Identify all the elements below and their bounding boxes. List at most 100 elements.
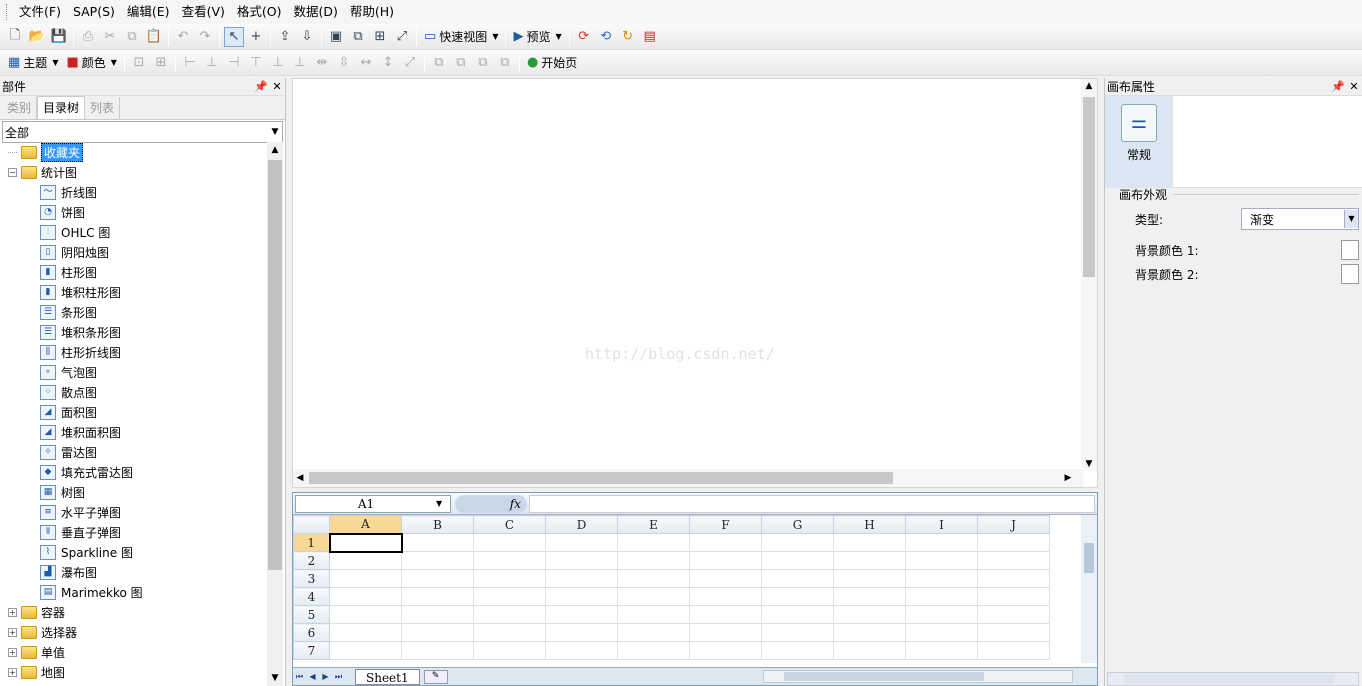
cell[interactable] [833, 605, 906, 624]
cell[interactable] [401, 623, 474, 642]
cell[interactable] [761, 641, 834, 660]
distribute-vertical-icon[interactable]: ⇳ [334, 53, 354, 73]
cell[interactable] [545, 623, 618, 642]
distribute-horizontal-icon[interactable]: ⇹ [312, 53, 332, 73]
tree-item-candlestick-chart[interactable]: ▯ 阴阳烛图 [0, 242, 266, 262]
print-icon[interactable]: ⎙ [78, 27, 98, 47]
column-header[interactable]: D [545, 515, 618, 534]
cell[interactable] [617, 551, 690, 570]
cell[interactable] [761, 623, 834, 642]
export-icon[interactable]: ⇪ [275, 27, 295, 47]
tree-node-selectors[interactable]: + 选择器 [0, 622, 266, 642]
copy-icon[interactable]: ⧉ [122, 27, 142, 47]
cell[interactable] [689, 587, 762, 606]
tree-item-vertical-bullet-chart[interactable]: ⫴ 垂直子弹图 [0, 522, 266, 542]
row-header[interactable]: 5 [293, 605, 330, 624]
cell[interactable] [473, 533, 546, 552]
column-header[interactable]: A [329, 515, 402, 534]
cell[interactable] [761, 605, 834, 624]
cell[interactable] [689, 551, 762, 570]
cell[interactable] [761, 533, 834, 552]
properties-horizontal-scrollbar[interactable] [1107, 672, 1359, 686]
cell[interactable] [617, 641, 690, 660]
column-header[interactable]: F [689, 515, 762, 534]
tree-item-ohlc-chart[interactable]: ⫶ OHLC 图 [0, 222, 266, 242]
scroll-thumb[interactable] [784, 672, 984, 681]
zoom-icon[interactable]: ⤢ [392, 27, 412, 47]
insert-function-button[interactable]: fx [455, 494, 527, 513]
fit-icon[interactable]: ⊞ [370, 27, 390, 47]
cell[interactable] [329, 605, 402, 624]
scroll-left-icon[interactable]: ◀ [293, 469, 307, 487]
cell[interactable] [689, 569, 762, 588]
cell[interactable] [617, 605, 690, 624]
cell[interactable] [905, 551, 978, 570]
formula-input[interactable] [529, 494, 1095, 513]
align-right-icon[interactable]: ⊣ [224, 53, 244, 73]
next-sheet-icon[interactable]: ▶ [319, 672, 332, 681]
layout-icon[interactable]: ⧉ [348, 27, 368, 47]
first-sheet-icon[interactable]: ⏮ [293, 672, 306, 682]
select-pointer-icon[interactable]: ↖ [224, 26, 244, 47]
align-middle-icon[interactable]: ⊥ [268, 53, 288, 73]
theme-icon[interactable]: ▣ [326, 27, 346, 47]
cell[interactable] [977, 569, 1050, 588]
cell[interactable] [905, 533, 978, 552]
close-icon[interactable]: ✕ [1346, 80, 1362, 93]
same-width-icon[interactable]: ↔ [356, 53, 376, 73]
same-size-icon[interactable]: ⤢ [400, 53, 420, 73]
cell[interactable] [473, 623, 546, 642]
cell[interactable] [329, 551, 402, 570]
crosshair-icon[interactable]: + [246, 27, 266, 47]
tree-item-line-chart[interactable]: 〜折线图 [0, 182, 266, 202]
expand-icon[interactable]: + [8, 607, 17, 617]
quick-view-button[interactable]: ▭ 快速视图 ▼ [420, 27, 502, 47]
row-header[interactable]: 6 [293, 623, 330, 642]
cell[interactable] [329, 587, 402, 606]
close-icon[interactable]: ✕ [269, 80, 285, 93]
send-backward-icon[interactable]: ⧉ [495, 53, 515, 73]
cell[interactable] [689, 605, 762, 624]
redo-icon[interactable]: ↷ [195, 27, 215, 47]
tree-item-pie-chart[interactable]: ◔ 饼图 [0, 202, 266, 222]
tree-item-waterfall-chart[interactable]: ▟ 瀑布图 [0, 562, 266, 582]
column-header[interactable]: H [833, 515, 906, 534]
cell[interactable] [401, 569, 474, 588]
menu-format[interactable]: 格式(O) [231, 1, 288, 23]
tree-item-bubble-chart[interactable]: ∘ 气泡图 [0, 362, 266, 382]
cell[interactable] [545, 587, 618, 606]
tree-item-column-line-chart[interactable]: ⫼ 柱形折线图 [0, 342, 266, 362]
cell[interactable] [833, 551, 906, 570]
cell[interactable] [977, 551, 1050, 570]
cell[interactable] [473, 551, 546, 570]
cell[interactable] [401, 551, 474, 570]
cell[interactable] [473, 605, 546, 624]
tree-item-stacked-column-chart[interactable]: ▮ 堆积柱形图 [0, 282, 266, 302]
tree-node-maps[interactable]: + 地图 [0, 662, 266, 682]
cell[interactable] [905, 623, 978, 642]
cell[interactable] [833, 533, 906, 552]
tree-item-bar-chart[interactable]: ☰ 条形图 [0, 302, 266, 322]
align-left-icon[interactable]: ⊢ [180, 53, 200, 73]
ungroup-icon[interactable]: ⊞ [151, 53, 171, 73]
column-header[interactable]: G [761, 515, 834, 534]
menu-help[interactable]: 帮助(H) [344, 1, 400, 23]
cell[interactable] [977, 605, 1050, 624]
prev-sheet-icon[interactable]: ◀ [306, 672, 319, 681]
cell[interactable] [833, 623, 906, 642]
scroll-thumb[interactable] [1083, 97, 1095, 277]
tree-item-radar-chart[interactable]: ✧ 雷达图 [0, 442, 266, 462]
cell[interactable] [689, 533, 762, 552]
tree-node-favorites[interactable]: 收藏夹 [0, 142, 266, 162]
tree-item-sparkline-chart[interactable]: ⌇ Sparkline 图 [0, 542, 266, 562]
general-category-button[interactable]: ⚌ 常规 [1105, 96, 1173, 188]
tree-item-tree-map[interactable]: ▦ 树图 [0, 482, 266, 502]
cell[interactable] [905, 587, 978, 606]
cell[interactable] [833, 569, 906, 588]
tree-item-filled-radar-chart[interactable]: ◆ 填充式雷达图 [0, 462, 266, 482]
pin-icon[interactable]: 📌 [253, 80, 269, 93]
expand-icon[interactable]: + [8, 647, 17, 657]
design-canvas[interactable]: http://blog.csdn.net/ ▲ ▼ ◀ ▶ [292, 78, 1098, 488]
bg-color-2-picker[interactable] [1341, 264, 1359, 284]
expand-icon[interactable]: + [8, 627, 17, 637]
